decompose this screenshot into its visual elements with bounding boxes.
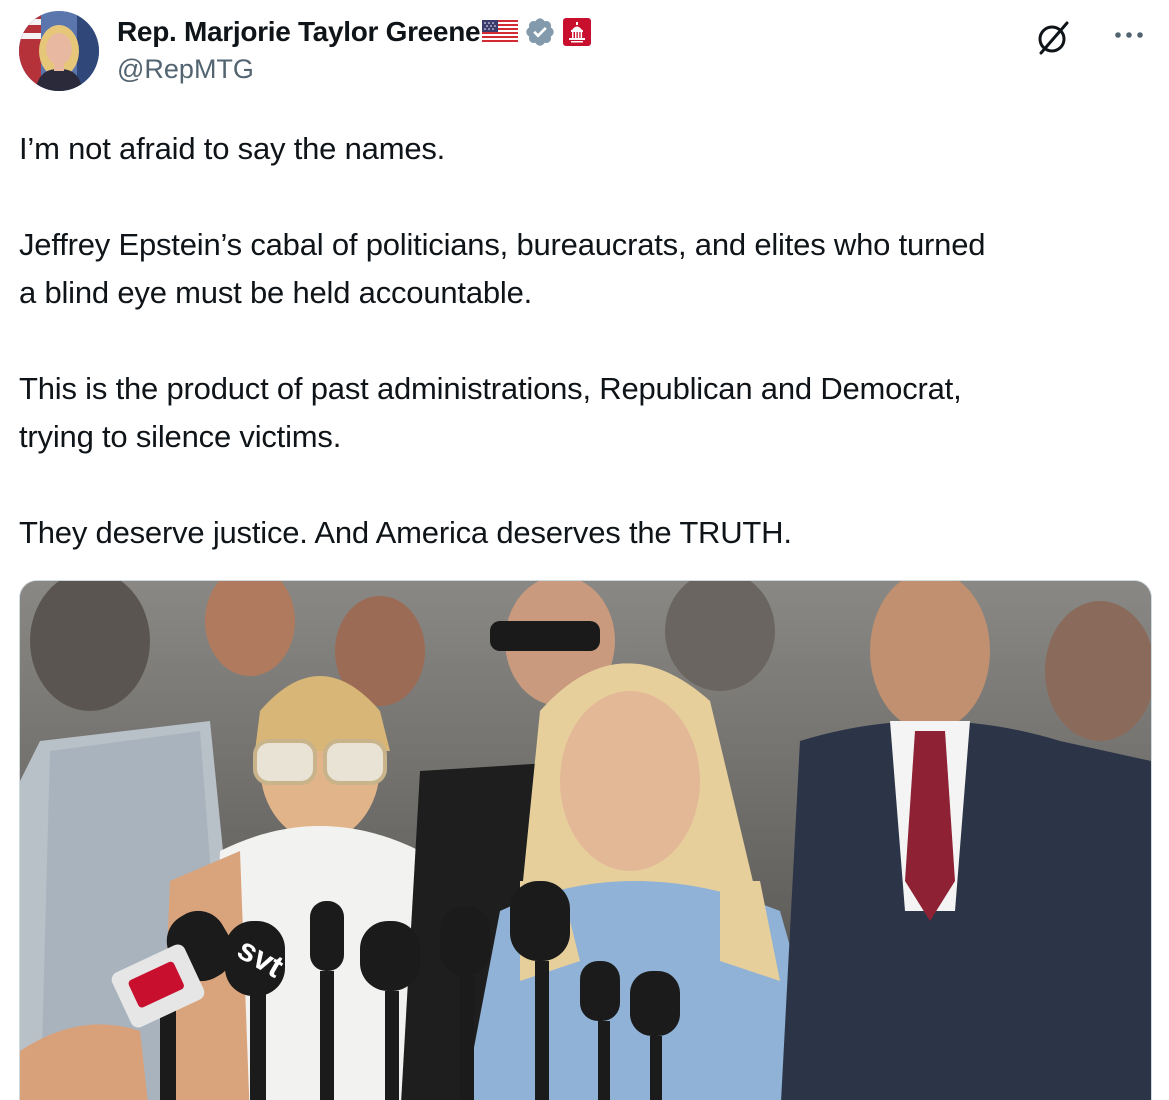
us-capitol-badge-icon[interactable]	[562, 17, 592, 47]
tweet-paragraph: Jeffrey Epstein’s cabal of politicians, …	[19, 221, 1149, 317]
tweet-line: Jeffrey Epstein’s cabal of politicians, …	[19, 227, 986, 262]
tweet-line: trying to silence victims.	[19, 419, 342, 454]
tweet-line: This is the product of past administrati…	[19, 371, 962, 406]
tweet-text: I’m not afraid to say the names. Jeffrey…	[19, 125, 1149, 605]
press-conference-image: svt	[20, 581, 1151, 1100]
verified-badge-icon[interactable]	[524, 16, 556, 48]
tweet-paragraph: I’m not afraid to say the names.	[19, 125, 1149, 173]
author-display-name[interactable]: Rep. Marjorie Taylor Greene	[117, 16, 481, 48]
tweet-card[interactable]: Rep. Marjorie Taylor Greene @RepMTG I’m …	[0, 0, 1169, 1100]
more-options-icon[interactable]	[1110, 20, 1148, 50]
grok-icon[interactable]	[1033, 18, 1073, 58]
tweet-line: I’m not afraid to say the names.	[19, 131, 446, 166]
tweet-paragraph: They deserve justice. And America deserv…	[19, 509, 1149, 557]
tweet-line: a blind eye must be held accountable.	[19, 275, 533, 310]
tweet-line: They deserve justice. And America deserv…	[19, 515, 792, 550]
avatar-image	[19, 11, 99, 91]
author-name-row: Rep. Marjorie Taylor Greene	[117, 12, 592, 52]
us-flag-icon	[482, 20, 519, 44]
author-handle[interactable]: @RepMTG	[117, 54, 254, 85]
tweet-media-photo[interactable]: svt	[19, 580, 1152, 1100]
tweet-paragraph: This is the product of past administrati…	[19, 365, 1149, 461]
avatar[interactable]	[19, 11, 99, 91]
